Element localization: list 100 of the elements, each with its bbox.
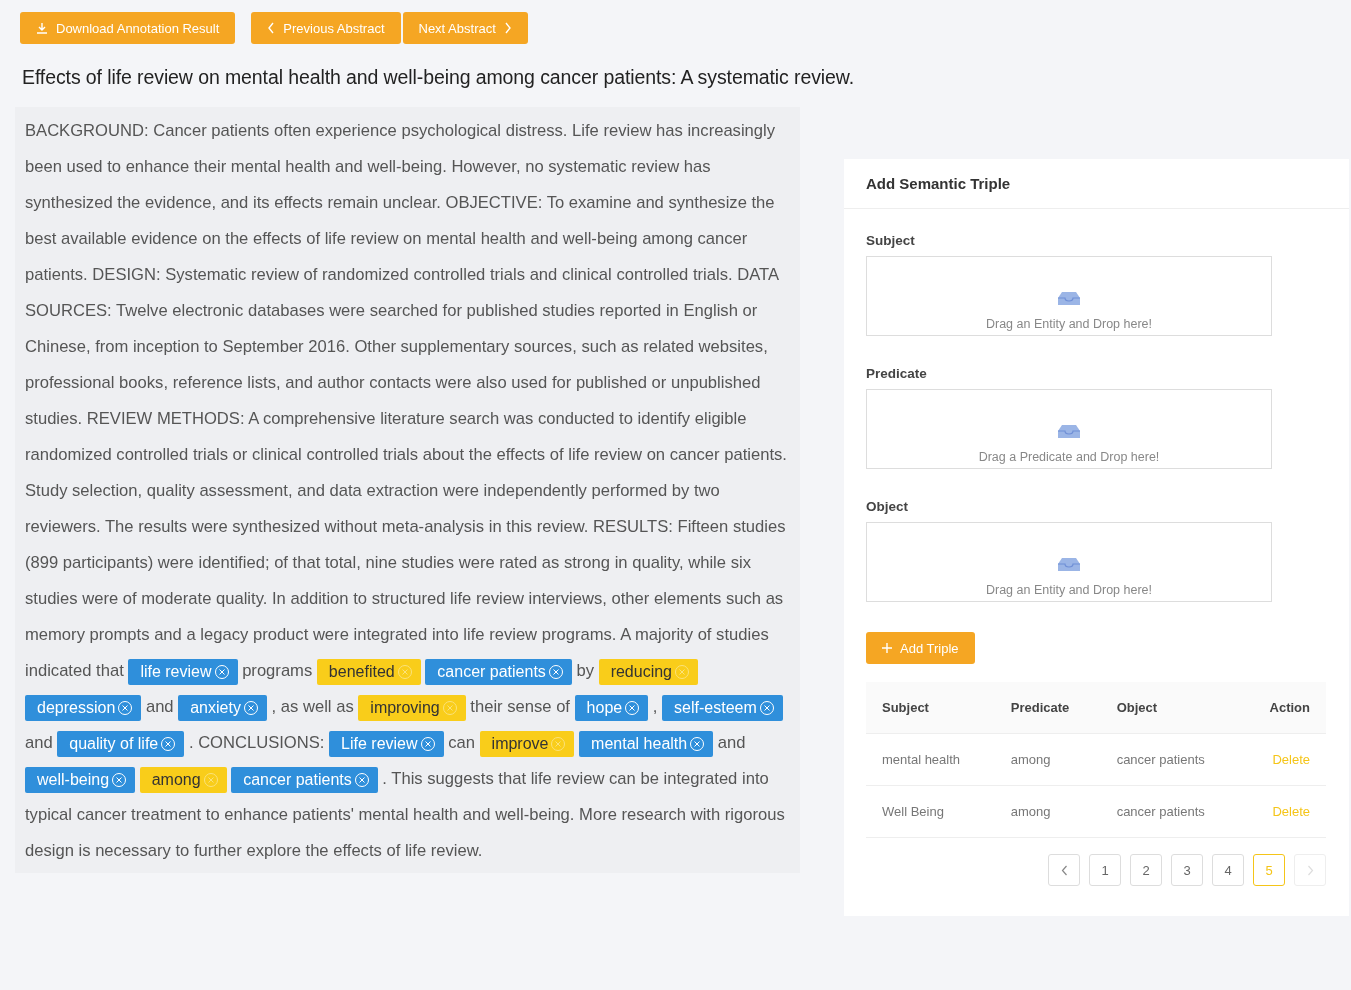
predicate-tag[interactable]: reducing [598,658,698,685]
abstract-word: CONCLUSIONS: [198,733,325,752]
abstract-word: life [463,625,485,644]
abstract-word: to [175,841,190,860]
entity-tag[interactable]: well-being [25,766,136,793]
abstract-word: life [568,445,590,464]
abstract-word: were [312,625,349,644]
abstract-word: studies [401,553,455,572]
previous-abstract-button[interactable]: Previous Abstract [251,12,401,44]
abstract-word: data [329,481,362,500]
abstract-word: as [765,589,784,608]
abstract-word: legacy [200,625,249,644]
abstract-word: typical [25,805,73,824]
entity-tag[interactable]: life review [128,658,238,685]
abstract-word: prompts [89,625,150,644]
predicate-tag[interactable]: improve [479,730,575,757]
abstract-word: performed [591,481,668,500]
abstract-word: elements [654,589,722,608]
abstract-word: clinical [561,265,612,284]
abstract-word: studies [542,301,595,320]
abstract-word: design [25,841,74,860]
page-button[interactable]: 1 [1089,854,1121,886]
abstract-word: as [280,697,299,716]
abstract-word: cancer [76,805,127,824]
abstract-word: and [297,481,325,500]
abstract-word: a [186,625,196,644]
entity-tag[interactable]: mental health [579,730,714,757]
entity-tag[interactable]: quality of life [57,730,185,757]
abstract-word: well-being [562,229,638,248]
abstract-word: well [302,697,332,716]
download-button[interactable]: Download Annotation Result [20,12,236,44]
abstract-word: were [458,553,495,572]
abstract-word: Twelve [116,301,168,320]
abstract-word: health [285,157,331,176]
abstract-word: psychological [401,121,502,140]
abstract-word: METHODS: [156,409,245,428]
table-cell: mental health [866,733,995,786]
abstract-word: unpublished [670,373,761,392]
slot-label: Predicate [866,366,928,381]
abstract-word: review [251,265,299,284]
abstract-word: published [575,373,647,392]
abstract-word: rated [499,553,538,572]
abstract-word: controlled [616,265,689,284]
next-abstract-button[interactable]: Next Abstract [402,12,528,44]
abstract-word: reported [599,301,662,320]
drop-zone[interactable]: Drag an Entity and Drop here! [866,522,1272,602]
abstract-word: often [274,121,311,140]
abstract-word: effects [333,841,382,860]
page-button[interactable]: 2 [1130,854,1162,886]
drop-zone[interactable]: Drag a Predicate and Drop here! [866,389,1272,469]
abstract-word: of [386,841,401,860]
page-button[interactable]: 4 [1212,854,1244,886]
abstract-word: and [462,805,491,824]
abstract-word: synthesize [668,193,747,212]
abstract-word: English [683,301,738,320]
abstract-word: to [107,157,121,176]
abstract-word: that [498,769,526,788]
abstract-word: and [220,193,249,212]
page-button[interactable]: 3 [1171,854,1203,886]
abstract-word: randomized [25,445,112,464]
abstract-word: studies [732,517,786,536]
predicate-tag[interactable]: improving [358,694,466,721]
abstract-word: nine [365,553,397,572]
abstract-word: explore [246,841,301,860]
abstract-word: were [191,517,228,536]
entity-tag[interactable]: hope [574,694,649,721]
abstract-word: can [609,769,636,788]
abstract-word: further [193,841,242,860]
abstract-word: were [157,553,194,572]
abstract-word: A [620,625,631,644]
abstract-word: and [335,157,363,176]
abstract-word: in [665,301,679,320]
abstract-word: Cancer [153,121,207,140]
abstract-word: remain [327,193,379,212]
entity-tag[interactable]: cancer patients [231,766,378,793]
abstract-word: such [725,589,761,608]
abstract-word: , [271,697,277,716]
predicate-tag[interactable]: benefited [316,658,421,685]
abstract-word: DESIGN: [92,265,161,284]
entity-tag[interactable]: cancer patients [425,658,572,685]
abstract-word: review [350,229,399,248]
abstract-word: and [717,733,746,752]
abstract-word: can [448,733,475,752]
abstract-word: cancer [697,229,748,248]
abstract-word: databases [247,301,325,320]
abstract-word: in [614,553,628,572]
abstract-word: integrated [353,625,428,644]
entity-tag[interactable]: anxiety [178,694,267,721]
abstract-word: strong [563,553,611,572]
drop-zone[interactable]: Drag an Entity and Drop here! [866,256,1272,336]
abstract-word: on [646,445,666,464]
abstract-word: for [442,301,462,320]
entity-tag[interactable]: self-esteem [662,694,783,721]
predicate-tag[interactable]: among [139,766,227,793]
entity-tag[interactable]: depression [25,694,142,721]
entity-tag[interactable]: Life review [329,730,444,757]
abstract-word: were [443,481,479,500]
abstract-word: by [576,661,594,680]
add-triple-button[interactable]: Add Triple [866,632,975,664]
abstract-word: into [742,769,769,788]
